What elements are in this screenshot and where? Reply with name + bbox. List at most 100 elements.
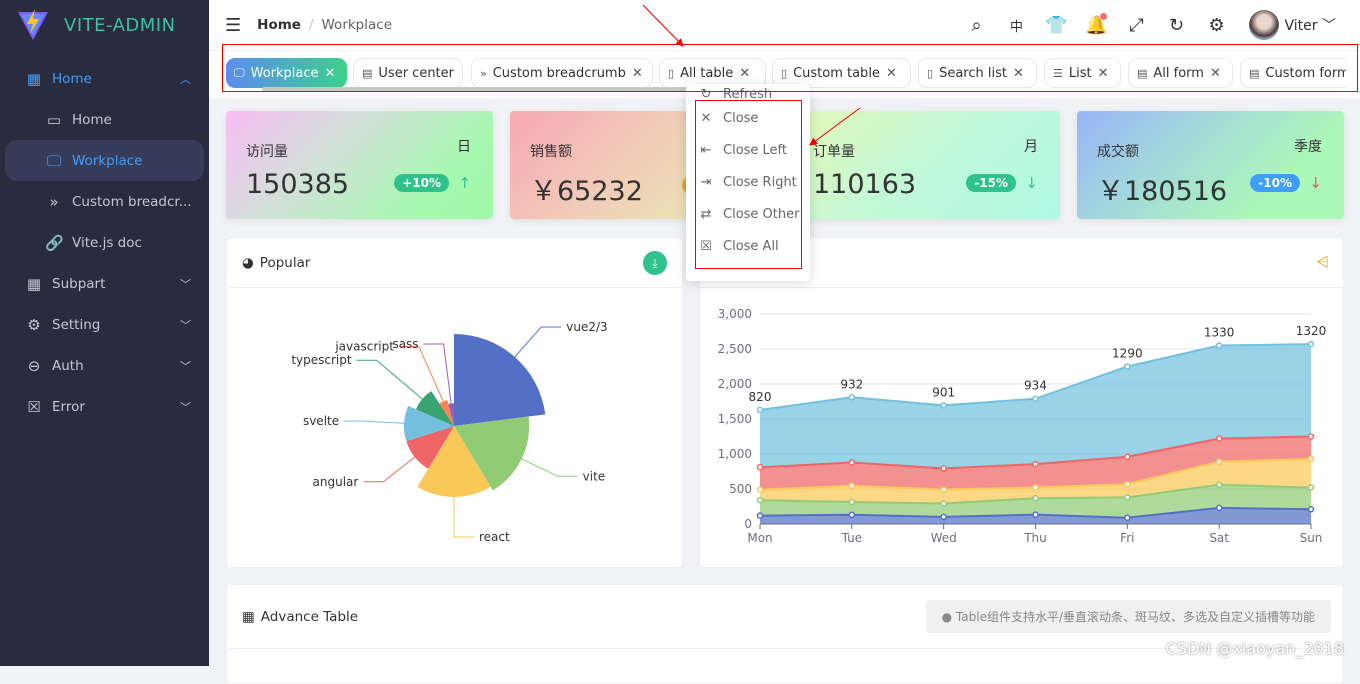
sidebar-item-setting[interactable]: ⚙ Setting ﹀ <box>0 304 209 345</box>
sidebar-item-home[interactable]: ▭ Home <box>0 99 209 140</box>
windows-icon: ▦ <box>26 69 42 88</box>
close-icon[interactable]: ✕ <box>886 66 897 81</box>
trend-panel: ⩤ 0 500 1,000 1,500 2,000 2,500 3,000 Mon Tue Wed… <box>699 237 1344 568</box>
sidebar-item-label: Setting <box>52 316 101 333</box>
y-tick-label: 1,500 <box>718 412 752 426</box>
data-point <box>1032 494 1039 502</box>
chevron-down-icon: ﹀ <box>180 359 191 373</box>
tab-workplace[interactable]: 🖵 Workplace ✕ <box>226 58 347 88</box>
refresh-icon[interactable]: ↻ <box>1157 15 1197 36</box>
tab-user-center[interactable]: ▤ User center <box>353 58 463 88</box>
tab-scrollbar[interactable] <box>262 87 697 92</box>
info-icon: ● <box>941 610 953 624</box>
tab-search-list[interactable]: ▯ Search list ✕ <box>918 58 1037 88</box>
data-point <box>1215 435 1223 442</box>
pie-label: react <box>479 530 510 544</box>
data-label: 934 <box>1024 379 1047 393</box>
data-point <box>848 498 856 506</box>
avatar[interactable] <box>1248 10 1279 40</box>
x-tick-label: Fri <box>1120 531 1134 545</box>
data-point <box>756 512 764 519</box>
list-icon: ☰ <box>1053 66 1063 80</box>
user-menu[interactable]: Viter ﹀ <box>1285 15 1336 35</box>
data-point <box>940 513 947 521</box>
close-right-icon: ⇥ <box>700 174 712 190</box>
data-point <box>848 482 856 490</box>
x-tick-label: Wed <box>931 531 957 545</box>
sidebar-item-vite-doc[interactable]: 🔗 Vite.js doc <box>0 222 209 263</box>
close-icon[interactable]: ✕ <box>1098 66 1109 81</box>
close-icon[interactable]: ✕ <box>1013 66 1024 81</box>
close-icon[interactable]: ✕ <box>739 66 750 81</box>
tablet-icon: ▯ <box>668 66 675 80</box>
data-point <box>1307 340 1315 348</box>
share-icon[interactable]: ⩤ <box>1316 252 1329 272</box>
gear-icon[interactable]: ⚙ <box>1197 15 1237 36</box>
tshirt-icon[interactable]: 👕 <box>1037 15 1077 36</box>
data-point <box>1215 458 1223 465</box>
collapse-menu-icon[interactable]: ☰ <box>225 15 241 36</box>
menu-item-close-all[interactable]: ☒ Close All <box>686 230 810 262</box>
data-point <box>1124 494 1131 501</box>
sidebar-item-workplace[interactable]: 🖵 Workplace <box>5 140 204 181</box>
stat-card-orders: 订单量月 110163 -15% ↓ <box>793 111 1060 219</box>
sidebar-item-custom-breadcrumb[interactable]: » Custom breadcr... <box>0 181 209 222</box>
data-point <box>848 511 856 519</box>
stat-card-deals: 成交额 季度 ￥180516 -10% ↓ <box>1077 111 1344 219</box>
logo[interactable]: VITE-ADMIN <box>0 0 209 50</box>
menu-item-close-right[interactable]: ⇥ Close Right <box>686 166 810 198</box>
data-point <box>1124 363 1131 370</box>
x-tick-label: Sun <box>1300 531 1323 545</box>
tab-custom-breadcrumb[interactable]: » Custom breadcrumb ✕ <box>471 58 653 88</box>
menu-item-refresh[interactable]: ↻ Refresh <box>686 84 810 102</box>
close-icon[interactable]: ✕ <box>325 66 336 81</box>
sidebar-item-error[interactable]: ☒ Error ﹀ <box>0 386 209 427</box>
breadcrumb-current: Workplace <box>321 17 393 33</box>
menu-item-close-left[interactable]: ⇤ Close Left <box>686 134 810 166</box>
tab-all-form[interactable]: ▤ All form ✕ <box>1128 58 1233 88</box>
sidebar-item-home-group[interactable]: ▦ Home ︿ <box>0 58 209 99</box>
panel-title: Advance Table <box>260 608 359 625</box>
close-icon[interactable]: ✕ <box>632 66 643 81</box>
fullscreen-icon[interactable]: ⤢ <box>1117 15 1157 36</box>
language-icon[interactable]: 中 <box>997 16 1037 35</box>
monitor-icon: 🖵 <box>46 151 62 170</box>
data-point <box>1124 480 1131 488</box>
pie-slice-vue2/3 <box>454 334 546 426</box>
pie-label-line <box>398 345 444 402</box>
bell-icon[interactable]: 🔔 <box>1077 12 1117 36</box>
y-tick-label: 2,500 <box>718 342 752 356</box>
data-point <box>756 406 764 414</box>
tablet-icon: ▯ <box>781 66 788 80</box>
popular-panel: ◕ Popular ⤓ vue2/3 vite react angular svelte t… <box>226 237 683 568</box>
data-point <box>1032 484 1039 491</box>
pie-label-line <box>514 326 562 358</box>
sidebar-item-auth[interactable]: ⊖ Auth ﹀ <box>0 345 209 386</box>
sidebar-item-label: Error <box>52 398 85 415</box>
error-icon: ☒ <box>27 397 41 416</box>
pie-label: svelte <box>303 414 339 428</box>
sidebar-item-label: Auth <box>52 357 84 374</box>
data-point <box>1124 453 1131 461</box>
download-icon[interactable]: ⤓ <box>643 251 667 275</box>
chevron-down-icon: ﹀ <box>180 277 191 291</box>
sidebar-item-label: Subpart <box>52 275 106 292</box>
menu-item-close-other[interactable]: ⇄ Close Other <box>686 198 810 230</box>
tab-custom-form[interactable]: ▤ Custom form <box>1240 58 1346 88</box>
data-point <box>940 465 947 472</box>
menu-item-close[interactable]: ✕ Close <box>686 102 810 134</box>
data-point <box>940 500 947 507</box>
advance-table-panel: ▦ Advance Table ● Table组件支持水平/垂直滚动条、斑马纹、多… <box>226 584 1344 684</box>
data-point <box>940 486 947 493</box>
search-icon[interactable]: ⌕ <box>957 15 997 36</box>
pie-chart: vue2/3 vite react angular svelte typescriptja… <box>291 320 607 544</box>
sidebar-item-label: Home <box>72 111 112 128</box>
data-point <box>1307 433 1315 440</box>
arrow-down-icon: ↓ <box>1309 174 1322 192</box>
sidebar-item-subpart[interactable]: ▦ Subpart ﹀ <box>0 263 209 304</box>
grid-icon: ▦ <box>26 274 42 293</box>
breadcrumb-home[interactable]: Home <box>257 17 301 33</box>
data-label: 1290 <box>1112 347 1143 361</box>
close-icon[interactable]: ✕ <box>1210 66 1221 81</box>
tab-list[interactable]: ☰ List ✕ <box>1044 58 1121 88</box>
